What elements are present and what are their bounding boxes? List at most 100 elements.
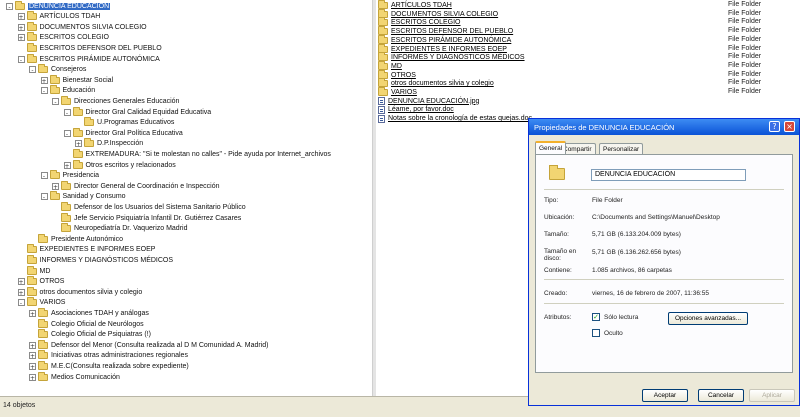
collapse-icon[interactable]: - bbox=[63, 129, 71, 138]
file-row[interactable]: Léame, por favor.doc bbox=[376, 105, 800, 114]
tree-node[interactable]: Neuropediatría Dr. Vaquerizo Madrid bbox=[52, 223, 187, 234]
collapse-icon[interactable]: - bbox=[63, 108, 71, 117]
aplicar-button[interactable]: Aplicar bbox=[749, 389, 795, 402]
tree-node[interactable]: + Director General de Coordinación e Insp… bbox=[52, 180, 220, 191]
file-row[interactable]: MD File Folder bbox=[376, 60, 800, 71]
tree-node[interactable]: + ESCRITOS COLEGIO bbox=[17, 32, 109, 43]
expand-icon[interactable]: + bbox=[29, 352, 36, 360]
expand-icon[interactable]: + bbox=[17, 23, 25, 32]
tree-node[interactable]: + ARTÍCULOS TDAH bbox=[17, 11, 100, 22]
tree-node[interactable]: - Direcciones Generales Educación bbox=[52, 95, 179, 106]
file-name-cell[interactable]: EXPEDIENTES E INFORMES EOEP bbox=[378, 43, 507, 54]
tree-node[interactable]: U.Programas Educativos bbox=[75, 117, 174, 128]
folder-name-input[interactable] bbox=[591, 169, 746, 181]
collapse-icon[interactable]: - bbox=[17, 55, 25, 64]
file-name-cell[interactable]: Notas sobre la cronología de estas queja… bbox=[378, 114, 532, 123]
collapse-icon[interactable]: - bbox=[52, 97, 59, 106]
expand-icon[interactable]: + bbox=[52, 182, 59, 191]
cancelar-button[interactable]: Cancelar bbox=[698, 389, 744, 402]
expand-icon[interactable]: + bbox=[40, 76, 48, 85]
collapse-icon[interactable]: - bbox=[40, 87, 48, 95]
tree-node[interactable]: Presidente Autonómico bbox=[29, 233, 123, 244]
file-name-cell[interactable]: otros documentos silvia y colegio bbox=[378, 78, 494, 88]
expand-icon[interactable]: + bbox=[29, 341, 36, 350]
file-name-cell[interactable]: ESCRITOS PIRÁMIDE AUTONÓMICA bbox=[378, 34, 511, 45]
file-row[interactable]: otros documentos silvia y colegio File Fo… bbox=[376, 78, 800, 88]
file-row[interactable]: EXPEDIENTES E INFORMES EOEP File Folder bbox=[376, 43, 800, 54]
tree-node[interactable]: - Sanidad y Consumo bbox=[40, 191, 126, 202]
dialog-titlebar[interactable]: Propiedades de DENUNCIA EDUCACIÓN ? × bbox=[529, 119, 799, 135]
tree-node[interactable]: MD bbox=[18, 265, 50, 276]
expand-icon[interactable]: + bbox=[29, 362, 36, 371]
tree-node-label: Consejeros bbox=[51, 66, 87, 74]
tree-node[interactable]: EXPEDIENTES E INFORMES EOEP bbox=[18, 244, 155, 255]
file-name-cell[interactable]: DENUNCIA EDUCACIÓN.jpg bbox=[378, 97, 479, 106]
tree-node[interactable]: + otros documentos silvia y colegio bbox=[17, 286, 142, 297]
tree-node[interactable]: - DENUNCIA EDUCACIÓN bbox=[6, 0, 111, 11]
file-name-cell[interactable]: INFORMES Y DIAGNÓSTICOS MÉDICOS bbox=[378, 52, 525, 62]
advanced-options-button[interactable]: Opciones avanzadas... bbox=[668, 312, 748, 325]
oculto-checkbox[interactable] bbox=[592, 329, 600, 337]
tree-node[interactable]: INFORMES Y DIAGNÓSTICOS MÉDICOS bbox=[18, 254, 173, 265]
tree-node[interactable]: + Bienestar Social bbox=[40, 74, 113, 85]
tree-node[interactable]: - Educación bbox=[40, 85, 95, 96]
aceptar-button[interactable]: Aceptar bbox=[642, 389, 688, 402]
tree-node[interactable]: EXTREMADURA: "Si te molestan no calles" … bbox=[64, 148, 331, 159]
tree-node[interactable]: + Otros escritos y relacionados bbox=[63, 159, 176, 170]
file-name-cell[interactable]: ARTÍCULOS TDAH bbox=[378, 0, 452, 10]
file-row[interactable]: DOCUMENTOS SILVIA COLEGIO File Folder bbox=[376, 8, 800, 19]
file-row[interactable]: OTROS File Folder bbox=[376, 69, 800, 80]
tab-general[interactable]: General bbox=[535, 141, 567, 155]
tree-node[interactable]: + OTROS bbox=[17, 276, 64, 287]
expand-icon[interactable]: + bbox=[17, 278, 25, 286]
tree-node[interactable]: + DOCUMENTOS SILVIA COLEGIO bbox=[17, 21, 147, 32]
tree-node[interactable]: + M.E.C(Consulta realizada sobre expedien… bbox=[29, 360, 189, 371]
collapse-icon[interactable]: - bbox=[6, 2, 13, 11]
file-name-cell[interactable]: Léame, por favor.doc bbox=[378, 105, 454, 114]
collapse-icon[interactable]: - bbox=[40, 172, 48, 180]
tree-node[interactable]: - Presidencia bbox=[40, 170, 99, 181]
expand-icon[interactable]: + bbox=[75, 140, 82, 148]
tab-personalizar[interactable]: Personalizar bbox=[599, 143, 644, 154]
tree-node[interactable]: + Defensor del Menor (Consulta realizada … bbox=[29, 339, 269, 350]
tree-node[interactable]: - ESCRITOS PIRÁMIDE AUTONÓMICA bbox=[17, 53, 160, 64]
file-name-cell[interactable]: VARIOS bbox=[378, 87, 417, 97]
properties-dialog[interactable]: Propiedades de DENUNCIA EDUCACIÓN ? × Co… bbox=[528, 118, 800, 406]
expand-icon[interactable]: + bbox=[63, 161, 71, 170]
tree-node[interactable]: - Director Gral Calidad Equidad Educativa bbox=[63, 106, 211, 117]
file-name-cell[interactable]: ESCRITOS COLEGIO bbox=[378, 17, 461, 27]
tree-node[interactable]: + Asociaciones TDAH y análogas bbox=[29, 307, 149, 318]
file-row[interactable]: ARTÍCULOS TDAH File Folder bbox=[376, 0, 800, 10]
tree-node[interactable]: - VARIOS bbox=[17, 297, 65, 308]
collapse-icon[interactable]: - bbox=[40, 193, 48, 201]
tree-node[interactable]: + Medios Comunicación bbox=[29, 371, 120, 382]
file-name-cell[interactable]: ESCRITOS DEFENSOR DEL PUEBLO bbox=[378, 26, 513, 36]
file-row[interactable]: ESCRITOS DEFENSOR DEL PUEBLO File Folder bbox=[376, 26, 800, 36]
file-row[interactable]: INFORMES Y DIAGNÓSTICOS MÉDICOS File Fold… bbox=[376, 52, 800, 62]
collapse-icon[interactable]: - bbox=[17, 299, 25, 307]
expand-icon[interactable]: + bbox=[29, 309, 36, 318]
expand-icon[interactable]: + bbox=[17, 34, 25, 42]
file-row[interactable]: DENUNCIA EDUCACIÓN.jpg bbox=[376, 97, 800, 106]
tree-node[interactable]: Defensor de los Usuarios del Sistema San… bbox=[52, 201, 246, 212]
tree-node[interactable]: Jefe Servicio Psiquiatría Infantil Dr. G… bbox=[52, 212, 241, 223]
tree-node[interactable]: + Iniciativas otras administraciones regi… bbox=[29, 350, 188, 361]
tree-node[interactable]: + D.P.Inspección bbox=[75, 138, 143, 149]
file-row[interactable]: ESCRITOS PIRÁMIDE AUTONÓMICA File Folder bbox=[376, 34, 800, 45]
tree-node[interactable]: - Director Gral Política Educativa bbox=[63, 127, 183, 138]
file-row[interactable]: ESCRITOS COLEGIO File Folder bbox=[376, 17, 800, 27]
tree-node[interactable]: ESCRITOS DEFENSOR DEL PUEBLO bbox=[18, 42, 162, 53]
file-name-cell[interactable]: DOCUMENTOS SILVIA COLEGIO bbox=[378, 8, 498, 19]
file-row[interactable]: VARIOS File Folder bbox=[376, 87, 800, 97]
expand-icon[interactable]: + bbox=[29, 373, 36, 382]
expand-icon[interactable]: + bbox=[17, 13, 25, 21]
tree-node[interactable]: - Consejeros bbox=[29, 64, 87, 75]
collapse-icon[interactable]: - bbox=[29, 66, 36, 74]
tree-node[interactable]: Colegio Oficial de Neurólogos bbox=[29, 318, 144, 329]
expand-icon[interactable]: + bbox=[17, 288, 25, 297]
solo-lectura-checkbox[interactable]: ✓ bbox=[592, 313, 600, 321]
close-icon[interactable]: × bbox=[784, 121, 795, 132]
tree-node[interactable]: Colegio Oficial de Psiquiatras (!) bbox=[29, 329, 151, 340]
help-icon[interactable]: ? bbox=[769, 121, 780, 132]
folder-tree-pane[interactable]: - DENUNCIA EDUCACIÓN + ARTÍCULOS TDAH + DOCUM… bbox=[0, 0, 372, 396]
